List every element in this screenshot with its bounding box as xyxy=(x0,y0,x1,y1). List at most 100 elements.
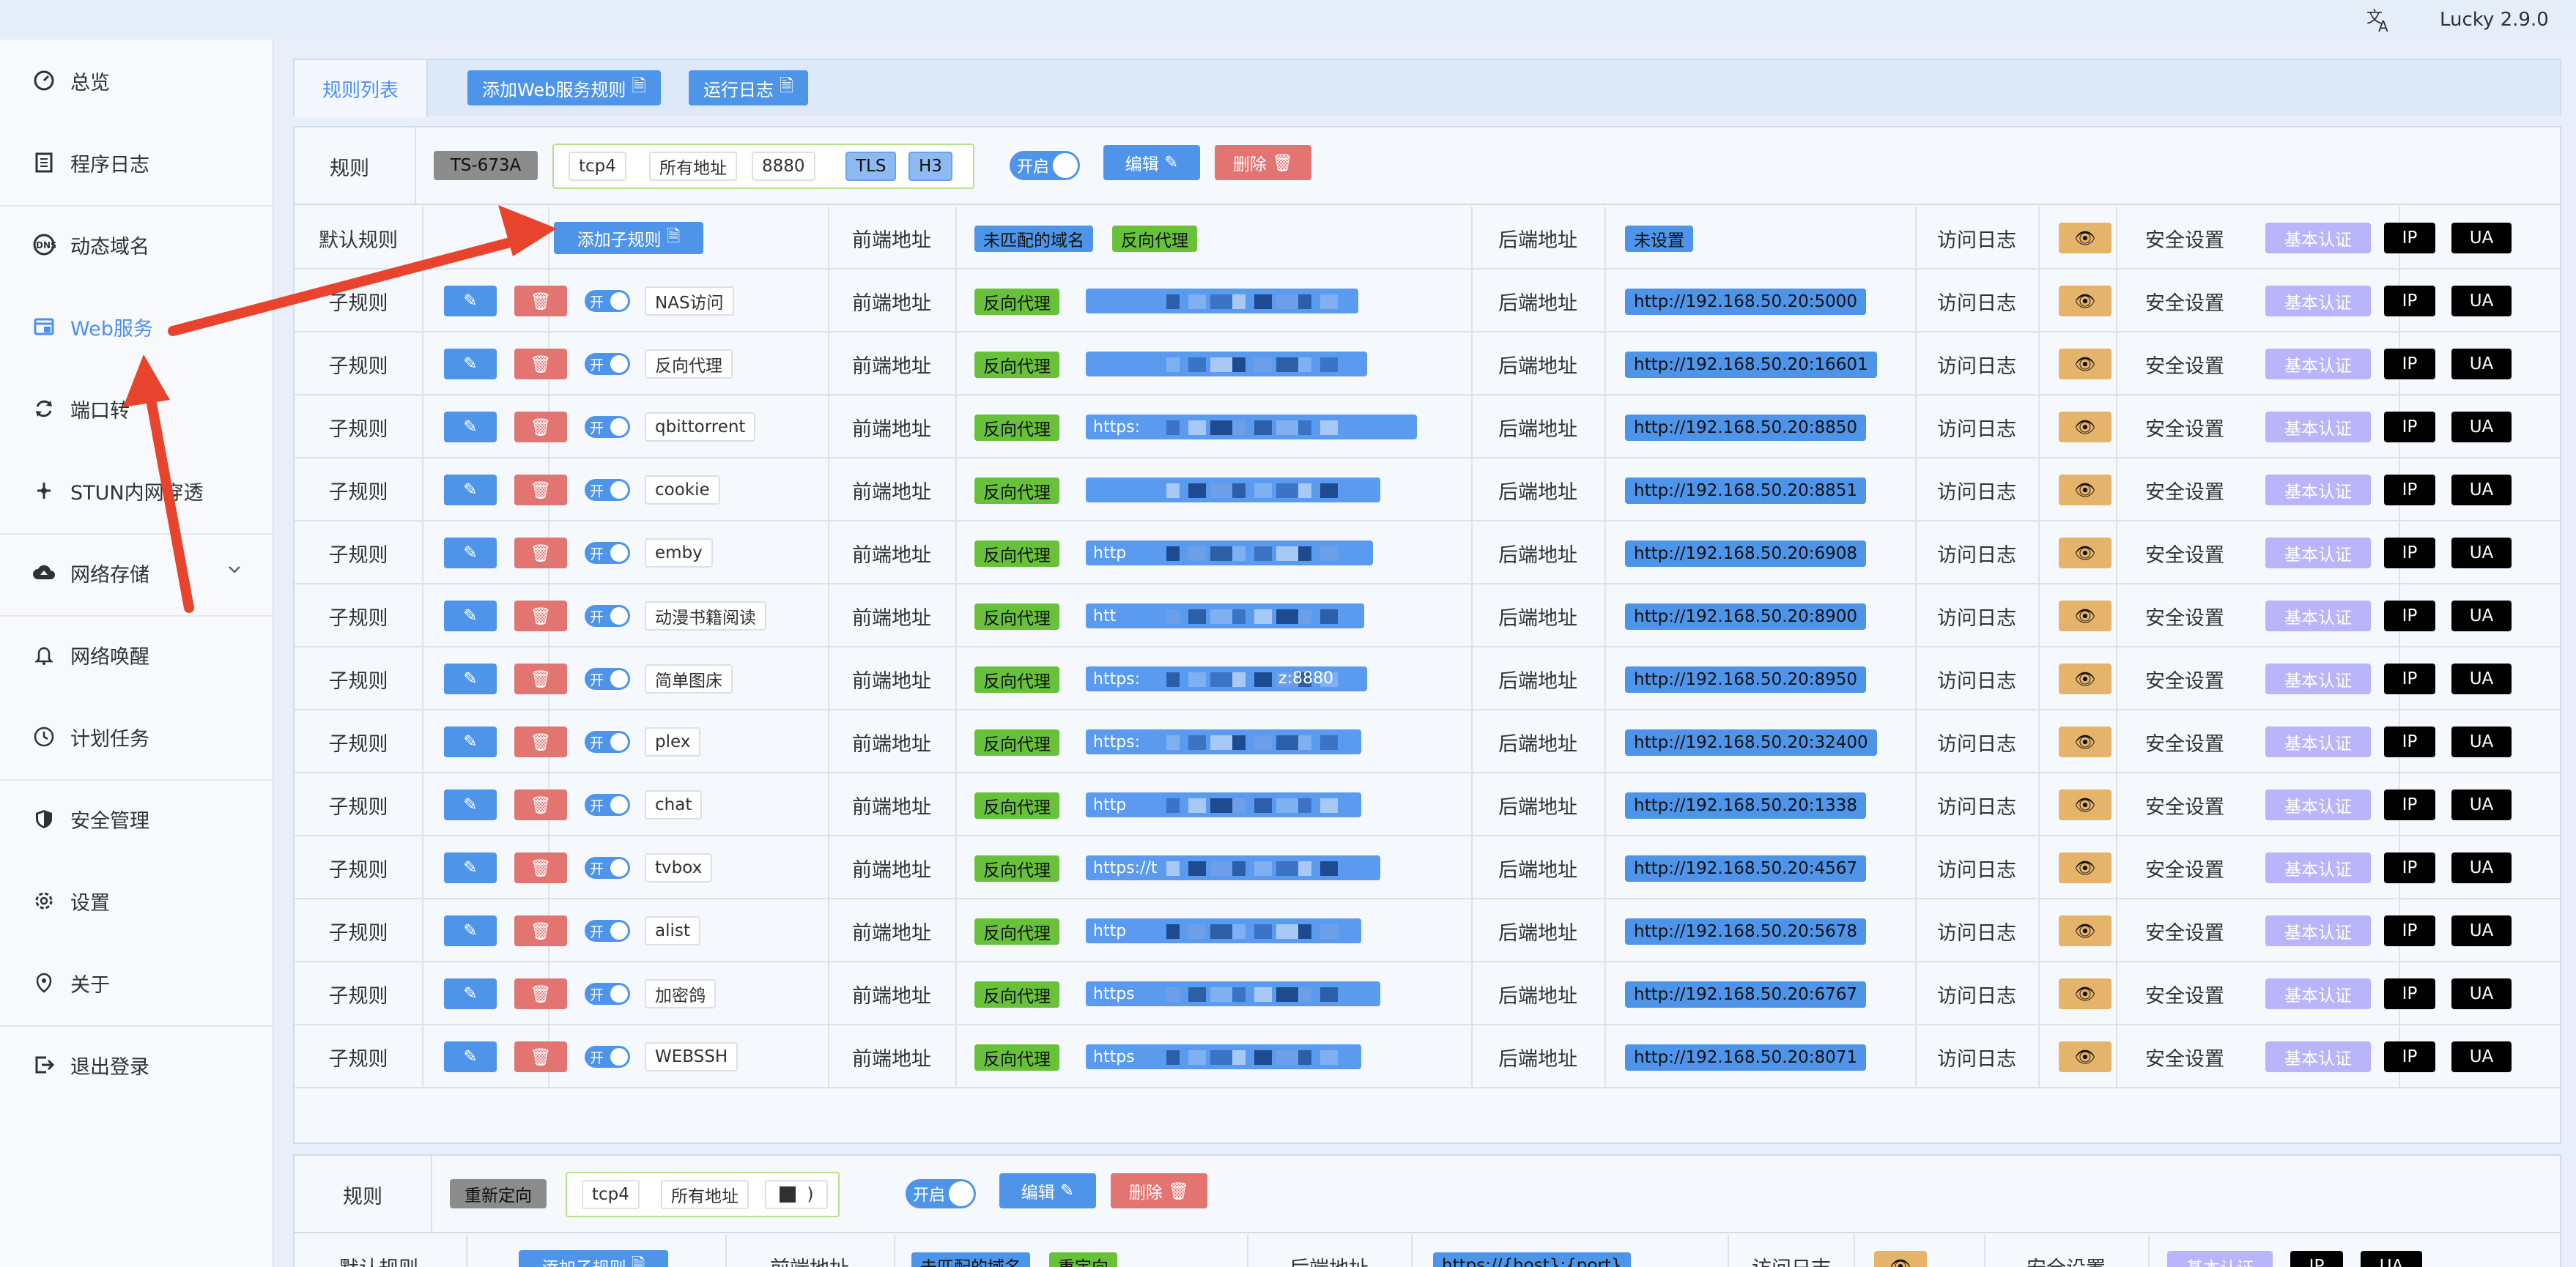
basic-auth-button[interactable]: 基本认证 xyxy=(2265,538,2371,568)
subrule-enable-toggle[interactable]: 开 xyxy=(585,290,630,312)
edit-icon[interactable]: ✎ xyxy=(444,1041,497,1072)
basic-auth-button[interactable]: 基本认证 xyxy=(2265,223,2371,253)
subrule-enable-toggle[interactable]: 开 xyxy=(585,479,630,501)
ua-button[interactable]: UA xyxy=(2451,727,2512,757)
sidebar-item-program-log[interactable]: 程序日志 xyxy=(0,126,273,199)
trash-icon[interactable]: 🗑 xyxy=(514,412,567,442)
ip-button[interactable]: IP xyxy=(2384,412,2435,442)
eye-icon[interactable]: 👁 xyxy=(2059,727,2111,757)
edit-icon[interactable]: ✎ xyxy=(444,852,497,883)
edit-icon[interactable]: ✎ xyxy=(444,286,497,316)
ip-button[interactable]: IP xyxy=(2290,1251,2343,1267)
ua-button[interactable]: UA xyxy=(2451,412,2512,442)
ip-button[interactable]: IP xyxy=(2384,852,2435,883)
sidebar-item-ddns[interactable]: DNS 动态域名 xyxy=(0,208,273,281)
ip-button[interactable]: IP xyxy=(2384,475,2435,505)
delete-rule-button[interactable]: 删除 🗑 xyxy=(1111,1173,1207,1208)
subrule-enable-toggle[interactable]: 开 xyxy=(585,794,630,816)
edit-icon[interactable]: ✎ xyxy=(444,727,497,757)
ip-button[interactable]: IP xyxy=(2384,223,2435,253)
subrule-enable-toggle[interactable]: 开 xyxy=(585,353,630,375)
add-subrule-button[interactable]: 添加子规则 🗎 xyxy=(519,1250,668,1267)
subrule-enable-toggle[interactable]: 开 xyxy=(585,983,630,1005)
ua-button[interactable]: UA xyxy=(2451,978,2512,1009)
sidebar-item-wol[interactable]: 网络唤醒 xyxy=(0,618,273,691)
trash-icon[interactable]: 🗑 xyxy=(514,664,567,694)
basic-auth-button[interactable]: 基本认证 xyxy=(2265,349,2371,379)
delete-rule-button[interactable]: 删除 🗑 xyxy=(1215,145,1311,180)
subrule-enable-toggle[interactable]: 开 xyxy=(585,605,630,627)
rule-enable-toggle[interactable]: 开启 xyxy=(906,1179,976,1208)
ua-button[interactable]: UA xyxy=(2451,538,2512,568)
edit-rule-button[interactable]: 编辑 ✎ xyxy=(1103,145,1200,180)
edit-icon[interactable]: ✎ xyxy=(444,538,497,568)
ua-button[interactable]: UA xyxy=(2451,286,2512,316)
eye-icon[interactable]: 👁 xyxy=(2059,412,2111,442)
ip-button[interactable]: IP xyxy=(2384,789,2435,820)
edit-icon[interactable]: ✎ xyxy=(444,978,497,1009)
sidebar-item-overview[interactable]: 总览 xyxy=(0,44,273,117)
edit-rule-button[interactable]: 编辑 ✎ xyxy=(999,1173,1096,1208)
translate-icon[interactable]: 文A xyxy=(2365,0,2394,40)
edit-icon[interactable]: ✎ xyxy=(444,601,497,631)
basic-auth-button[interactable]: 基本认证 xyxy=(2265,915,2371,946)
trash-icon[interactable]: 🗑 xyxy=(514,475,567,505)
ua-button[interactable]: UA xyxy=(2451,1041,2512,1072)
trash-icon[interactable]: 🗑 xyxy=(514,286,567,316)
ua-button[interactable]: UA xyxy=(2451,223,2512,253)
eye-icon[interactable]: 👁 xyxy=(2059,538,2111,568)
ip-button[interactable]: IP xyxy=(2384,601,2435,631)
basic-auth-button[interactable]: 基本认证 xyxy=(2265,475,2371,505)
sidebar-item-settings[interactable]: 设置 xyxy=(0,864,273,937)
trash-icon[interactable]: 🗑 xyxy=(514,349,567,379)
rule-enable-toggle[interactable]: 开启 xyxy=(1010,151,1080,180)
basic-auth-button[interactable]: 基本认证 xyxy=(2265,412,2371,442)
edit-icon[interactable]: ✎ xyxy=(444,789,497,820)
ip-button[interactable]: IP xyxy=(2384,978,2435,1009)
subrule-enable-toggle[interactable]: 开 xyxy=(585,542,630,564)
basic-auth-button[interactable]: 基本认证 xyxy=(2265,727,2371,757)
ua-button[interactable]: UA xyxy=(2451,915,2512,946)
sidebar-item-web-service[interactable]: Web服务 xyxy=(0,290,273,363)
basic-auth-button[interactable]: 基本认证 xyxy=(2265,286,2371,316)
subrule-enable-toggle[interactable]: 开 xyxy=(585,857,630,879)
basic-auth-button[interactable]: 基本认证 xyxy=(2265,664,2371,694)
sidebar-item-about[interactable]: 关于 xyxy=(0,946,273,1019)
ua-button[interactable]: UA xyxy=(2451,789,2512,820)
basic-auth-button[interactable]: 基本认证 xyxy=(2265,1041,2371,1072)
eye-icon[interactable]: 👁 xyxy=(2059,852,2111,883)
eye-icon[interactable]: 👁 xyxy=(2059,978,2111,1009)
sidebar-item-stun[interactable]: STUN内网穿透 xyxy=(0,454,273,527)
trash-icon[interactable]: 🗑 xyxy=(514,538,567,568)
basic-auth-button[interactable]: 基本认证 xyxy=(2265,789,2371,820)
ua-button[interactable]: UA xyxy=(2451,349,2512,379)
edit-icon[interactable]: ✎ xyxy=(444,664,497,694)
ip-button[interactable]: IP xyxy=(2384,286,2435,316)
eye-icon[interactable]: 👁 xyxy=(2059,349,2111,379)
ua-button[interactable]: UA xyxy=(2361,1251,2422,1267)
basic-auth-button[interactable]: 基本认证 xyxy=(2265,852,2371,883)
eye-icon[interactable]: 👁 xyxy=(1874,1251,1927,1267)
ua-button[interactable]: UA xyxy=(2451,852,2512,883)
edit-icon[interactable]: ✎ xyxy=(444,915,497,946)
edit-icon[interactable]: ✎ xyxy=(444,412,497,442)
eye-icon[interactable]: 👁 xyxy=(2059,664,2111,694)
trash-icon[interactable]: 🗑 xyxy=(514,789,567,820)
eye-icon[interactable]: 👁 xyxy=(2059,789,2111,820)
trash-icon[interactable]: 🗑 xyxy=(514,978,567,1009)
eye-icon[interactable]: 👁 xyxy=(2059,286,2111,316)
tab-rule-list[interactable]: 规则列表 xyxy=(295,60,428,117)
trash-icon[interactable]: 🗑 xyxy=(514,601,567,631)
ip-button[interactable]: IP xyxy=(2384,349,2435,379)
trash-icon[interactable]: 🗑 xyxy=(514,727,567,757)
eye-icon[interactable]: 👁 xyxy=(2059,475,2111,505)
trash-icon[interactable]: 🗑 xyxy=(514,852,567,883)
eye-icon[interactable]: 👁 xyxy=(2059,1041,2111,1072)
sidebar-item-security[interactable]: 安全管理 xyxy=(0,782,273,855)
eye-icon[interactable]: 👁 xyxy=(2059,223,2111,253)
ip-button[interactable]: IP xyxy=(2384,1041,2435,1072)
basic-auth-button[interactable]: 基本认证 xyxy=(2167,1251,2273,1267)
subrule-enable-toggle[interactable]: 开 xyxy=(585,416,630,438)
subrule-enable-toggle[interactable]: 开 xyxy=(585,1046,630,1068)
run-log-button[interactable]: 运行日志 🗎 xyxy=(689,70,809,105)
